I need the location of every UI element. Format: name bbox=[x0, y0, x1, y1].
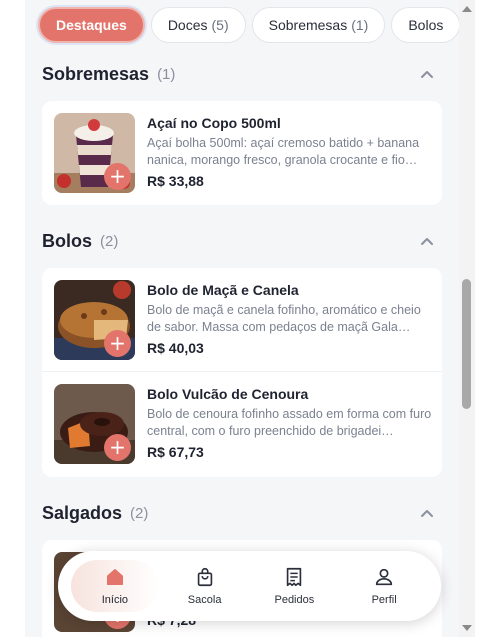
scrollbar-thumb[interactable] bbox=[462, 279, 471, 409]
chevron-up-icon[interactable] bbox=[420, 506, 434, 520]
section-title: Bolos bbox=[42, 230, 93, 251]
nav-label: Início bbox=[101, 594, 129, 606]
product-name: Bolo de Maçã e Canela bbox=[147, 282, 299, 298]
section-header-sobremesas[interactable]: Sobremesas (1) bbox=[42, 62, 442, 86]
product-item[interactable]: + Bolo Vulcão de Cenoura Bolo de cenoura… bbox=[42, 372, 442, 476]
bag-icon bbox=[197, 567, 212, 587]
add-to-bag-button[interactable]: + bbox=[104, 163, 131, 190]
chip-count: (1) bbox=[351, 17, 369, 33]
nav-label: Perfil bbox=[371, 594, 397, 606]
bottom-navigation: Início Sacola Pedidos Perfil bbox=[58, 551, 441, 621]
nav-pedidos[interactable]: Pedidos bbox=[250, 560, 338, 612]
chip-count: (5) bbox=[211, 17, 229, 33]
nav-perfil[interactable]: Perfil bbox=[340, 560, 428, 612]
user-icon bbox=[375, 568, 393, 586]
nav-sacola[interactable]: Sacola bbox=[161, 560, 249, 612]
section-count: (1) bbox=[157, 65, 176, 83]
product-price: R$ 67,73 bbox=[147, 444, 204, 460]
product-description: Bolo de cenoura fofinho assado em forma … bbox=[147, 407, 432, 438]
chip-label: Doces bbox=[167, 17, 208, 33]
product-description: Bolo de maçã e canela fofinho, aromático… bbox=[147, 303, 421, 334]
chip-sobremesas[interactable]: Sobremesas (1) bbox=[251, 7, 386, 43]
nav-label: Pedidos bbox=[274, 594, 315, 606]
product-item[interactable]: + Açaí no Copo 500ml Açaí bolha 500ml: a… bbox=[42, 101, 442, 205]
scrollbar[interactable] bbox=[459, 0, 475, 637]
nav-inicio[interactable]: Início bbox=[70, 560, 159, 612]
add-to-bag-button[interactable]: + bbox=[104, 434, 131, 461]
product-card-group: + Açaí no Copo 500ml Açaí bolha 500ml: a… bbox=[42, 101, 442, 205]
product-price: R$ 33,88 bbox=[147, 173, 204, 189]
chevron-up-icon[interactable] bbox=[420, 67, 434, 81]
product-item[interactable]: + Bolo de Maçã e Canela Bolo de maçã e c… bbox=[42, 268, 442, 372]
scroll-down-arrow-icon[interactable] bbox=[462, 625, 472, 631]
chip-label: Destaques bbox=[56, 17, 127, 33]
chip-bolos[interactable]: Bolos bbox=[391, 7, 459, 43]
product-card-group: + Bolo de Maçã e Canela Bolo de maçã e c… bbox=[42, 268, 442, 477]
chip-destaques[interactable]: Destaques bbox=[38, 7, 145, 43]
receipt-icon bbox=[287, 567, 302, 587]
nav-label: Sacola bbox=[187, 594, 222, 606]
product-description: Açaí bolha 500ml: açaí cremoso batido + … bbox=[147, 136, 420, 167]
section-title: Sobremesas bbox=[42, 63, 150, 84]
section-count: (2) bbox=[100, 232, 119, 250]
product-name: Açaí no Copo 500ml bbox=[147, 115, 281, 131]
scroll-up-arrow-icon[interactable] bbox=[462, 6, 472, 12]
section-header-salgados[interactable]: Salgados (2) bbox=[42, 501, 442, 525]
category-chips: Destaques Doces (5) Sobremesas (1) Bolos bbox=[25, 0, 459, 50]
home-icon bbox=[106, 568, 123, 586]
section-title: Salgados bbox=[42, 502, 123, 523]
add-to-bag-button[interactable]: + bbox=[104, 330, 131, 357]
section-count: (2) bbox=[130, 504, 149, 522]
section-header-bolos[interactable]: Bolos (2) bbox=[42, 229, 442, 253]
product-price: R$ 40,03 bbox=[147, 340, 204, 356]
product-name: Bolo Vulcão de Cenoura bbox=[147, 386, 309, 402]
chevron-up-icon[interactable] bbox=[420, 234, 434, 248]
chip-doces[interactable]: Doces (5) bbox=[150, 7, 246, 43]
chip-label: Sobremesas bbox=[268, 17, 348, 33]
app-screen: Destaques Doces (5) Sobremesas (1) Bolos… bbox=[25, 0, 459, 637]
chip-label: Bolos bbox=[408, 17, 444, 33]
